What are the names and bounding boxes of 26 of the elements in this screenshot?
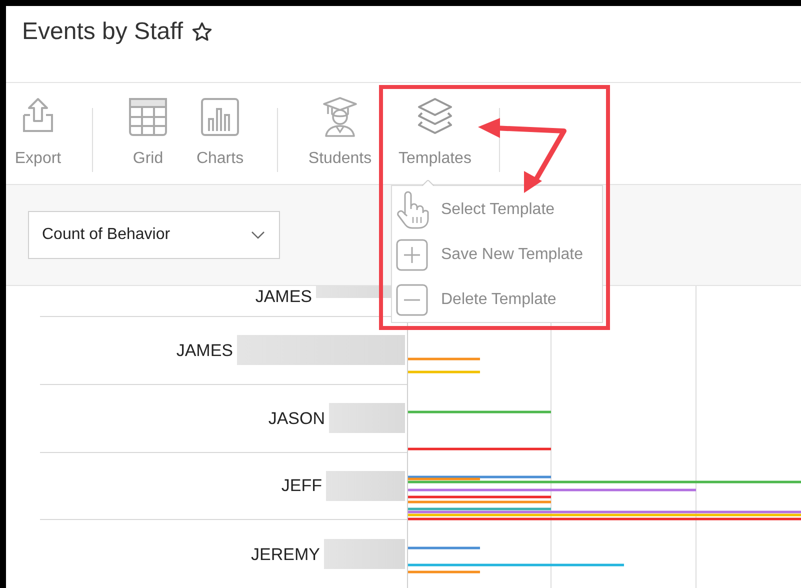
measure-dropdown[interactable]: Count of Behavior [28, 211, 280, 259]
grid-icon [126, 95, 170, 139]
staff-name: JEREMY [251, 544, 320, 565]
toolbar-button[interactable]: Export [6, 83, 70, 173]
staff-name: JAMES [176, 340, 233, 361]
menu-item[interactable]: Save New Template [392, 232, 602, 278]
staff-name: JEFF [281, 476, 322, 496]
staff-name: JASON [268, 408, 325, 429]
staff-name: JAMES [255, 287, 312, 307]
chevron-down-icon [251, 231, 265, 239]
toolbar-button[interactable]: Templates [395, 83, 475, 173]
toolbar-button[interactable]: Grid [116, 83, 180, 173]
star-icon[interactable] [190, 21, 213, 43]
minus-icon [396, 284, 428, 316]
toolbar-button[interactable]: Students [300, 83, 380, 173]
chart-bar [408, 570, 480, 574]
toolbar-button[interactable]: Charts [188, 83, 252, 173]
bar-chart-icon [198, 95, 242, 139]
chart-bar [408, 546, 480, 550]
chart-bar [408, 370, 480, 374]
plus-icon [396, 239, 428, 271]
menu-item[interactable]: Delete Template [392, 277, 602, 322]
page-title: Events by Staff [22, 18, 183, 46]
pointing-hand-icon [395, 191, 429, 230]
chart-bar [408, 358, 480, 360]
menu-item[interactable]: Select Template [392, 188, 602, 233]
